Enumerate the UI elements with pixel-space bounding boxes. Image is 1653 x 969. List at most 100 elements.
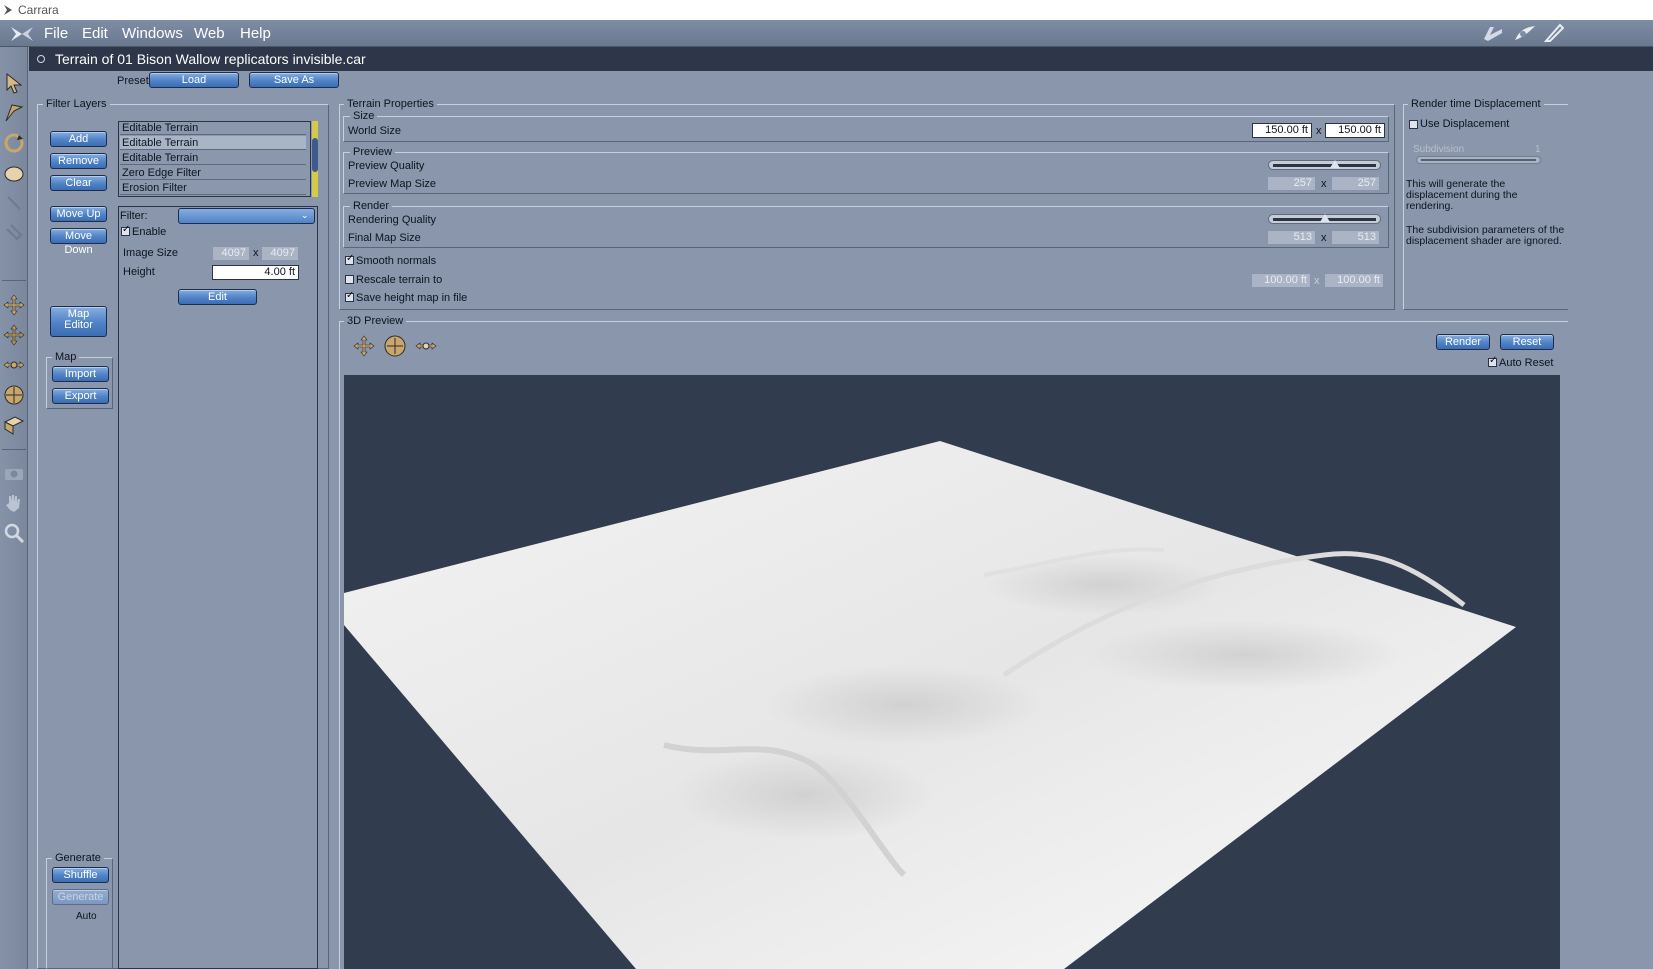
list-item[interactable]: Erosion Filter (120, 181, 306, 195)
clear-layers-button[interactable]: Clear (50, 175, 107, 191)
slider-knob[interactable] (1320, 214, 1330, 222)
model-room-icon[interactable] (1512, 23, 1538, 43)
hand-pan-icon[interactable] (2, 491, 26, 515)
final-map-height: 513 (1331, 230, 1380, 245)
render-group-title: Render (350, 200, 393, 212)
preview-map-height: 257 (1331, 176, 1380, 191)
app-logo-icon[interactable] (8, 23, 36, 45)
edit-filter-button[interactable]: Edit (178, 289, 257, 305)
chevron-down-icon: ⌄ (301, 210, 309, 220)
assemble-room-icon[interactable] (1480, 23, 1506, 43)
move-camera-icon[interactable] (352, 334, 376, 358)
world-size-height[interactable]: 150.00 ft (1325, 123, 1385, 138)
world-size-label: World Size (348, 125, 401, 137)
orbit-camera-icon[interactable] (383, 334, 407, 358)
save-height-map-label: Save height map in file (356, 292, 468, 304)
times-label: x (1321, 232, 1327, 244)
menu-windows[interactable]: Windows (122, 25, 183, 42)
move-down-button[interactable]: Move Down (50, 228, 107, 256)
world-size-width[interactable]: 150.00 ft (1252, 123, 1312, 138)
preview-group (343, 152, 1389, 194)
preview-3d-title: 3D Preview (344, 315, 407, 327)
menu-file[interactable]: File (44, 25, 68, 42)
preset-label: Preset: (117, 75, 152, 87)
selection-arrow-icon[interactable] (2, 71, 26, 95)
final-map-width: 513 (1267, 230, 1316, 245)
preview-map-width: 257 (1267, 176, 1316, 191)
save-height-map-checkbox[interactable] (345, 290, 354, 302)
filter-label: Filter: (120, 210, 148, 222)
menu-help[interactable]: Help (240, 25, 271, 42)
times-label: x (1321, 178, 1327, 190)
preview-group-title: Preview (350, 146, 396, 158)
import-map-button[interactable]: Import (52, 366, 109, 382)
menu-edit[interactable]: Edit (82, 25, 108, 42)
collapse-dot-icon[interactable] (37, 55, 45, 63)
map-editor-button[interactable]: Map Editor (50, 306, 107, 337)
preset-bar: Preset: Load Save As (29, 71, 1653, 93)
terrain-3d-viewport[interactable] (344, 375, 1560, 969)
reset-button[interactable]: Reset (1500, 334, 1554, 350)
rescale-height: 100.00 ft (1324, 273, 1384, 288)
filter-list-scroll-thumb[interactable] (312, 138, 318, 172)
save-as-preset-button[interactable]: Save As (249, 72, 339, 88)
box-view-icon[interactable] (2, 413, 26, 437)
rescale-terrain-checkbox[interactable] (345, 275, 354, 284)
list-item[interactable]: Editable Terrain (120, 151, 306, 165)
dolly-camera-icon[interactable] (414, 334, 438, 358)
image-size-width: 4097 (212, 246, 250, 261)
generate-group-title: Generate (52, 852, 104, 864)
smooth-normals-label: Smooth normals (356, 255, 437, 267)
move-up-button[interactable]: Move Up (50, 206, 107, 222)
displacement-note-2: The subdivision parameters of the displa… (1406, 224, 1565, 247)
move-xy-icon[interactable] (2, 293, 26, 317)
menu-web[interactable]: Web (194, 25, 225, 42)
height-label: Height (123, 266, 155, 278)
rendering-quality-slider[interactable] (1268, 214, 1381, 224)
render-displacement-title: Render time Displacement (1408, 98, 1544, 110)
list-item[interactable]: Editable Terrain (120, 136, 306, 150)
use-displacement-checkbox[interactable] (1409, 120, 1418, 129)
filter-detail-panel (118, 206, 318, 969)
enable-checkbox[interactable] (121, 224, 130, 236)
list-item[interactable]: Editable Terrain (120, 121, 306, 135)
preview-quality-slider[interactable] (1268, 160, 1381, 170)
move-yz-icon[interactable] (2, 353, 26, 377)
add-layer-button[interactable]: Add (50, 131, 107, 147)
rescale-terrain-label: Rescale terrain to (356, 274, 443, 286)
terrain-mesh (344, 441, 1516, 969)
image-size-height: 4097 (261, 246, 299, 261)
zoom-icon[interactable] (2, 521, 26, 545)
size-group-title: Size (350, 110, 378, 122)
carrara-logo-icon (4, 5, 12, 15)
smooth-normals-checkbox[interactable] (345, 253, 354, 265)
displacement-note-1: This will generate the displacement duri… (1406, 178, 1518, 212)
document-title: Terrain of 01 Bison Wallow replicators i… (55, 51, 366, 67)
height-input[interactable]: 4.00 ft (212, 265, 299, 280)
times-label: x (1314, 275, 1320, 287)
generate-button[interactable]: Generate (52, 889, 109, 905)
orbit-icon[interactable] (2, 383, 26, 407)
rescale-width: 100.00 ft (1251, 273, 1311, 288)
list-item[interactable]: Zero Edge Filter (120, 166, 306, 180)
filter-type-select[interactable]: ⌄ (178, 208, 315, 224)
auto-reset-checkbox[interactable] (1488, 355, 1497, 367)
export-map-button[interactable]: Export (52, 388, 109, 404)
render-button[interactable]: Render (1436, 334, 1490, 350)
size-group (343, 116, 1389, 142)
terrain-properties-title: Terrain Properties (344, 98, 437, 110)
pointer-tool-icon[interactable] (2, 101, 26, 125)
remove-layer-button[interactable]: Remove (50, 153, 107, 169)
preview-quality-label: Preview Quality (348, 160, 425, 172)
load-preset-button[interactable]: Load (149, 72, 239, 88)
move-xz-icon[interactable] (2, 323, 26, 347)
times-label: x (1316, 125, 1322, 137)
storyboard-room-icon[interactable] (1544, 23, 1564, 43)
shuffle-button[interactable]: Shuffle (52, 867, 109, 883)
final-map-size-label: Final Map Size (348, 232, 421, 244)
scale-tool-icon[interactable] (2, 161, 26, 185)
slider-knob[interactable] (1330, 160, 1340, 168)
os-title: Carrara (18, 3, 59, 17)
times-label: x (253, 247, 259, 259)
rotate-tool-icon[interactable] (2, 131, 26, 155)
